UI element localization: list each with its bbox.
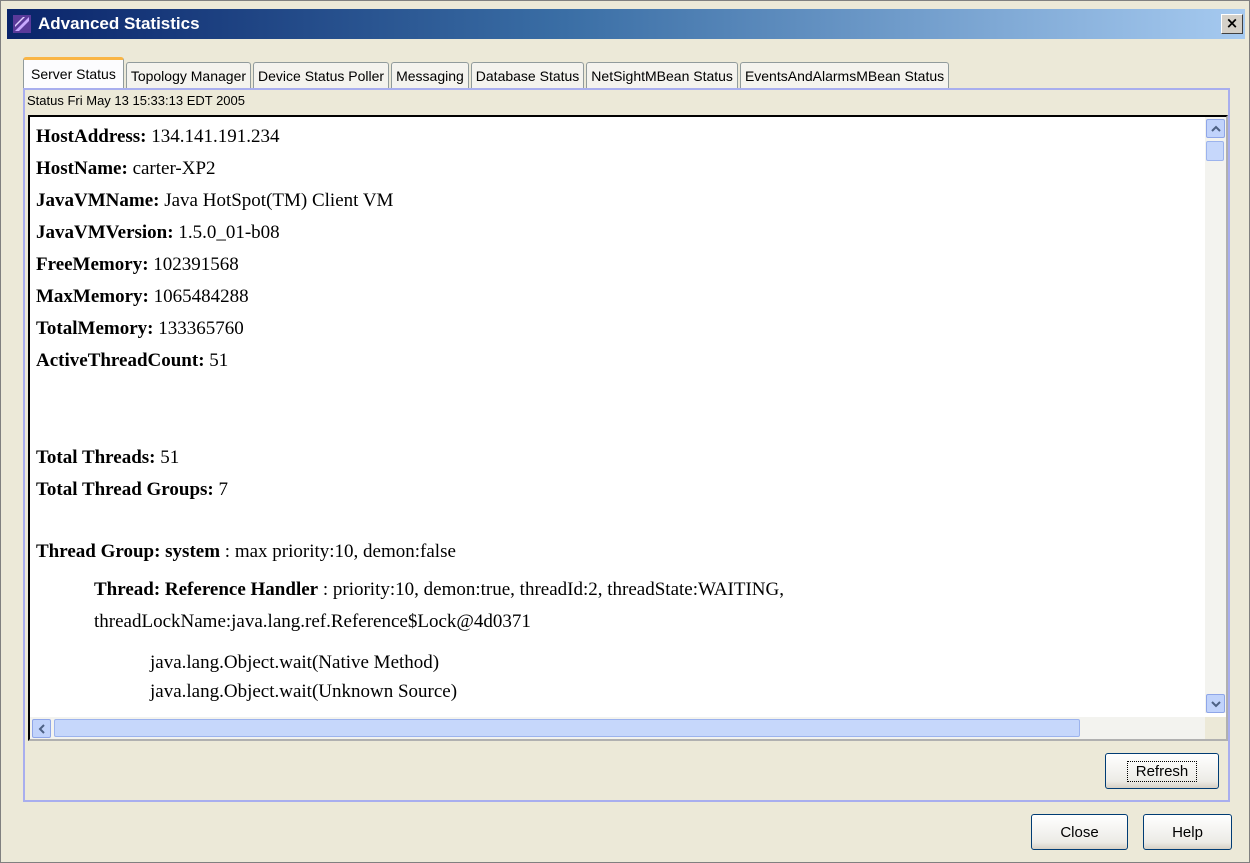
property-line: MaxMemory: 1065484288 — [36, 281, 1196, 313]
statistics-text-view[interactable]: HostAddress: 134.141.191.234 HostName: c… — [28, 115, 1228, 741]
property-value: 102391568 — [148, 254, 239, 275]
property-key: JavaVMVersion: — [36, 222, 174, 243]
property-value: Java HotSpot(TM) Client VM — [159, 190, 394, 211]
vertical-scroll-thumb[interactable] — [1206, 141, 1224, 161]
tab-database-status[interactable]: Database Status — [470, 62, 585, 88]
help-button[interactable]: Help — [1143, 814, 1232, 850]
property-key: MaxMemory: — [36, 286, 149, 307]
tab-strip: Server Status Topology Manager Device St… — [23, 57, 951, 88]
tab-panel: Status Fri May 13 15:33:13 EDT 2005 Host… — [23, 88, 1230, 802]
property-line: JavaVMVersion: 1.5.0_01-b08 — [36, 217, 1196, 249]
close-label: Close — [1060, 823, 1099, 841]
total-key: Total Thread Groups: — [36, 479, 214, 500]
property-value: 1.5.0_01-b08 — [173, 222, 280, 243]
property-key: ActiveThreadCount: — [36, 350, 205, 371]
property-line: HostAddress: 134.141.191.234 — [36, 121, 1196, 153]
property-value: 134.141.191.234 — [146, 126, 280, 147]
refresh-label: Refresh — [1126, 760, 1198, 782]
tab-device-status-poller[interactable]: Device Status Poller — [253, 62, 390, 88]
stack-frame: java.lang.Object.wait(Native Method) — [150, 652, 440, 673]
chevron-down-icon — [1210, 700, 1221, 707]
tab-topology-manager[interactable]: Topology Manager — [125, 62, 252, 88]
thread-group-line: Thread Group: system : max priority:10, … — [36, 536, 1196, 568]
total-value: 7 — [213, 479, 229, 500]
statistics-text: HostAddress: 134.141.191.234 HostName: c… — [36, 121, 1196, 713]
window-title: Advanced Statistics — [38, 14, 200, 33]
property-value: 133365760 — [153, 318, 244, 339]
thread-key: Thread: Reference Handler — [94, 579, 319, 600]
scroll-corner — [1205, 717, 1226, 739]
total-line: Total Threads: 51 — [36, 442, 1196, 474]
vertical-scrollbar[interactable] — [1205, 117, 1226, 713]
total-key: Total Threads: — [36, 447, 156, 468]
total-value: 51 — [155, 447, 180, 468]
thread-value: : priority:10, demon:true, threadId:2, t… — [318, 579, 784, 600]
tab-server-status[interactable]: Server Status — [23, 57, 124, 88]
thread-group-value: : max priority:10, demon:false — [220, 541, 456, 562]
thread-line: Thread: Reference Handler : priority:10,… — [36, 574, 1196, 606]
property-line: TotalMemory: 133365760 — [36, 313, 1196, 345]
property-key: FreeMemory: — [36, 254, 149, 275]
chevron-left-icon — [38, 723, 45, 734]
thread-group-key: Thread Group: system — [36, 541, 221, 562]
property-key: HostAddress: — [36, 126, 147, 147]
scroll-down-button[interactable] — [1206, 694, 1225, 713]
property-key: TotalMemory: — [36, 318, 154, 339]
refresh-button[interactable]: Refresh — [1105, 753, 1219, 789]
scroll-up-button[interactable] — [1206, 119, 1225, 138]
property-key: HostName: — [36, 158, 128, 179]
thread-lock-line: threadLockName:java.lang.ref.Reference$L… — [94, 611, 531, 632]
chevron-up-icon — [1210, 125, 1221, 132]
horizontal-scroll-thumb[interactable] — [54, 719, 1080, 737]
tab-netsightmbean-status[interactable]: NetSightMBean Status — [586, 62, 738, 88]
title-bar[interactable]: Advanced Statistics × — [7, 9, 1245, 39]
property-line: FreeMemory: 102391568 — [36, 249, 1196, 281]
property-value: carter-XP2 — [127, 158, 216, 179]
property-line: JavaVMName: Java HotSpot(TM) Client VM — [36, 185, 1196, 217]
tab-messaging[interactable]: Messaging — [391, 62, 469, 88]
advanced-statistics-window: Advanced Statistics × Server Status Topo… — [0, 0, 1250, 863]
property-key: JavaVMName: — [36, 190, 160, 211]
close-window-button[interactable]: × — [1221, 14, 1243, 34]
app-icon — [12, 14, 32, 34]
property-line: ActiveThreadCount: 51 — [36, 345, 1196, 377]
scroll-left-button[interactable] — [32, 719, 51, 738]
close-button[interactable]: Close — [1031, 814, 1128, 850]
stack-frame: java.lang.Object.wait(Unknown Source) — [150, 681, 458, 702]
property-value: 51 — [204, 350, 229, 371]
help-label: Help — [1172, 823, 1203, 841]
horizontal-scrollbar[interactable] — [30, 717, 1226, 739]
total-line: Total Thread Groups: 7 — [36, 474, 1196, 506]
property-value: 1065484288 — [148, 286, 249, 307]
tab-eventsandalarmsmbean-status[interactable]: EventsAndAlarmsMBean Status — [739, 62, 950, 88]
status-timestamp: Status Fri May 13 15:33:13 EDT 2005 — [27, 93, 245, 108]
property-line: HostName: carter-XP2 — [36, 153, 1196, 185]
